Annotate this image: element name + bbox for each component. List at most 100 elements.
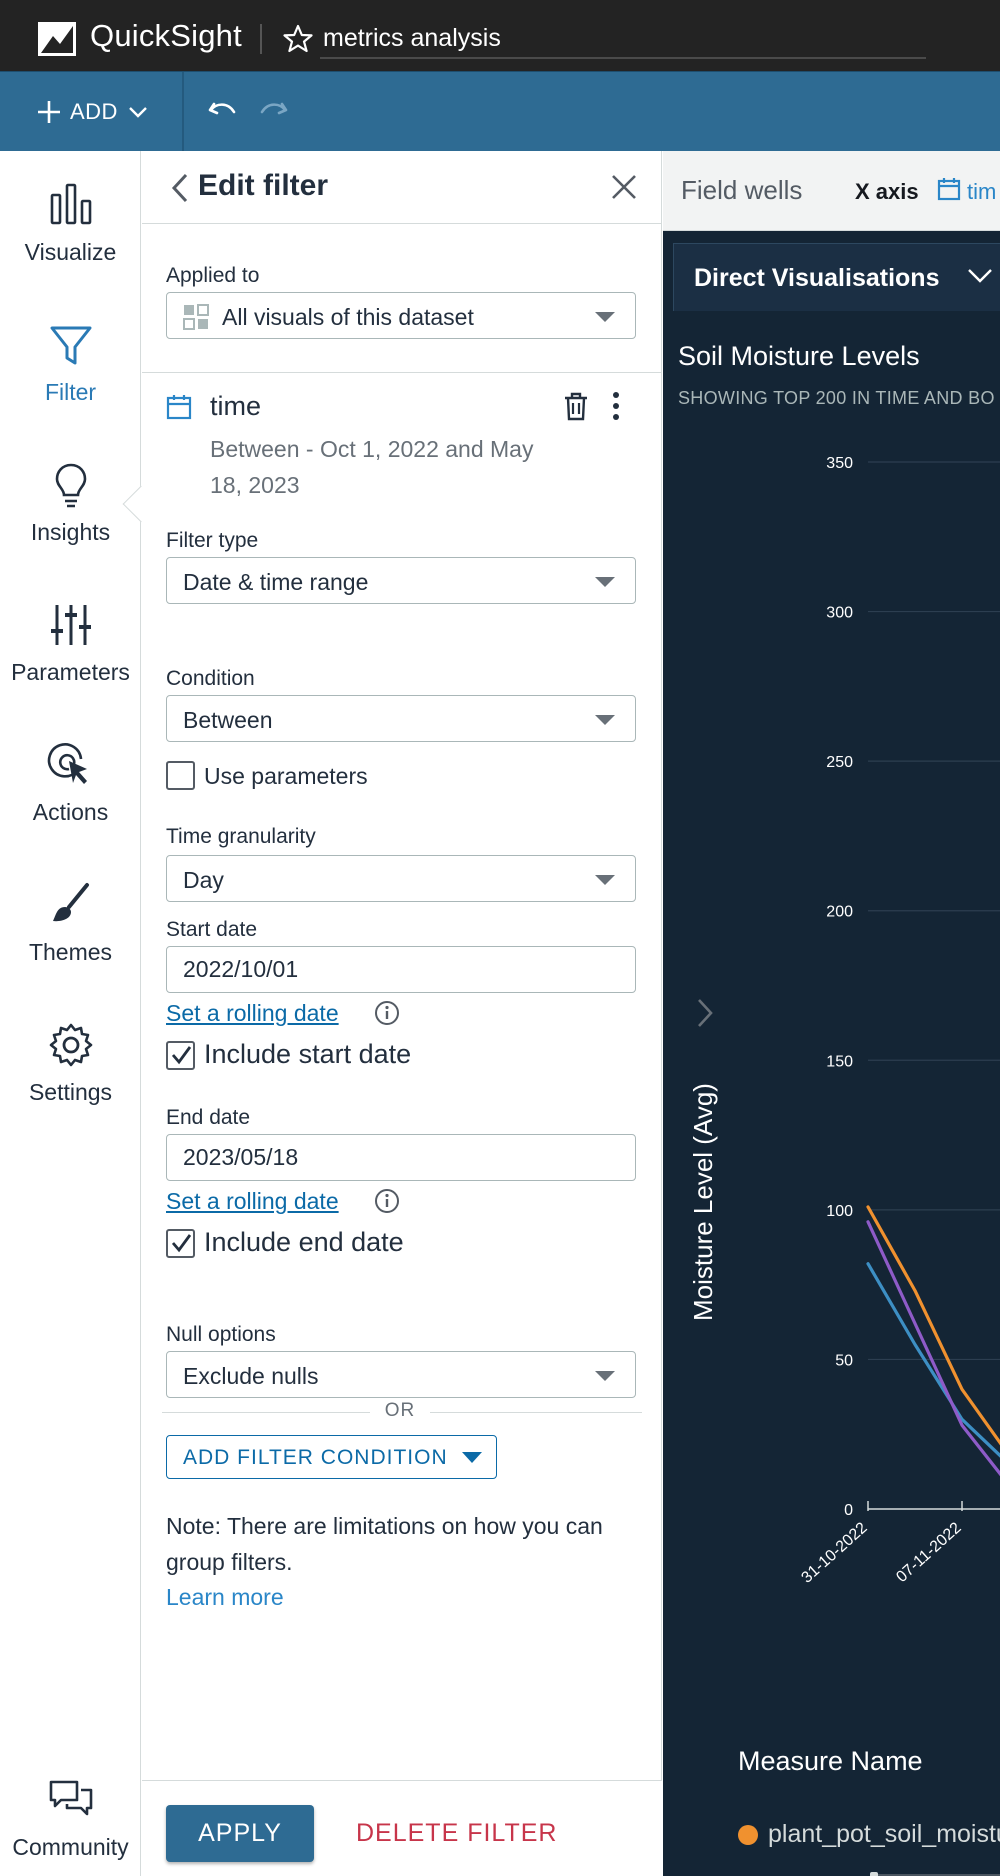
- condition-select[interactable]: Between: [166, 695, 636, 742]
- y-tick-label: 50: [835, 1352, 853, 1369]
- end-rolling-date-link[interactable]: Set a rolling date: [166, 1188, 339, 1215]
- null-options-value: Exclude nulls: [183, 1363, 319, 1389]
- undo-icon[interactable]: [206, 94, 242, 130]
- trash-icon[interactable]: [562, 391, 590, 421]
- filter-field-name: time: [210, 391, 262, 421]
- calendar-icon: [166, 395, 192, 420]
- cursor-click-icon: [47, 743, 87, 784]
- legend-item-label: plant_pot_soil_moistu: [768, 1820, 1000, 1848]
- line-chart: 0 50 100 150 200 250 300 350 31-10-2022 07-11-202…: [798, 455, 1000, 1587]
- nav-visualize[interactable]: Visualize: [0, 181, 141, 301]
- y-tick-label: 200: [826, 904, 853, 921]
- left-nav: Visualize Filter Insights Parameters Act…: [0, 151, 141, 1876]
- start-date-input[interactable]: [166, 946, 636, 993]
- analysis-name-underline: [320, 57, 926, 59]
- nav-label: Settings: [28, 1079, 113, 1105]
- applied-to-value: All visuals of this dataset: [222, 304, 474, 330]
- redo-icon[interactable]: [254, 94, 290, 130]
- filter-type-select[interactable]: Date & time range: [166, 557, 636, 604]
- nav-label: Actions: [32, 799, 109, 825]
- nav-community[interactable]: Community: [0, 1776, 141, 1876]
- nav-label: Filter: [44, 379, 97, 405]
- include-end-date-label: Include end date: [204, 1227, 404, 1257]
- nav-settings[interactable]: Settings: [0, 1021, 141, 1141]
- gear-icon: [49, 1023, 92, 1067]
- nav-filter[interactable]: Filter: [0, 321, 141, 441]
- applied-to-label: Applied to: [166, 264, 260, 287]
- apply-button[interactable]: APPLY: [166, 1805, 314, 1862]
- filter-field-description: Between - Oct 1, 2022 and May 18, 2023: [210, 436, 534, 498]
- nav-label: Parameters: [11, 659, 130, 685]
- filter-type-label: Filter type: [166, 529, 259, 552]
- calendar-icon: [937, 178, 961, 201]
- chevron-left-icon[interactable]: [166, 171, 196, 205]
- star-icon[interactable]: [283, 24, 313, 54]
- add-button-label: ADD: [70, 99, 118, 124]
- topbar-divider: [260, 24, 262, 54]
- nav-label: Insights: [30, 519, 111, 545]
- nav-insights[interactable]: Insights: [0, 461, 141, 581]
- chevron-down-icon: [129, 107, 147, 118]
- analysis-name[interactable]: metrics analysis: [323, 24, 501, 53]
- grid-icon: [183, 304, 209, 330]
- null-options-label: Null options: [166, 1323, 276, 1346]
- nav-themes[interactable]: Themes: [0, 881, 141, 1001]
- sliders-icon: [50, 605, 91, 645]
- close-icon[interactable]: [608, 171, 640, 203]
- caret-down-icon: [595, 715, 615, 725]
- plus-icon: [38, 101, 60, 123]
- null-options-select[interactable]: Exclude nulls: [166, 1351, 636, 1398]
- y-tick-label: 300: [826, 605, 853, 622]
- filter-type-value: Date & time range: [183, 569, 369, 595]
- nav-label: Visualize: [24, 239, 117, 265]
- delete-filter-button[interactable]: DELETE FILTER: [356, 1819, 557, 1848]
- nav-label: Themes: [28, 939, 113, 965]
- field-wells-bar: Field wells X axis tim: [663, 151, 1000, 231]
- info-icon[interactable]: [374, 1000, 400, 1026]
- add-button[interactable]: ADD: [36, 90, 158, 134]
- caret-down-icon: [595, 577, 615, 587]
- use-parameters-label: Use parameters: [204, 763, 368, 789]
- legend-dot: [738, 1825, 758, 1845]
- checkmark-icon: [171, 1234, 192, 1253]
- granularity-select[interactable]: Day: [166, 855, 636, 902]
- x-tick-label: 31-10-2022: [798, 1519, 870, 1586]
- applied-to-select[interactable]: All visuals of this dataset: [166, 292, 636, 339]
- granularity-value: Day: [183, 867, 224, 893]
- start-rolling-date-link[interactable]: Set a rolling date: [166, 1000, 339, 1027]
- nav-label: Community: [12, 1834, 129, 1860]
- info-icon[interactable]: [374, 1188, 400, 1214]
- end-date-input[interactable]: [166, 1134, 636, 1181]
- range-scroll-bar[interactable]: [868, 1871, 1000, 1876]
- chat-bubbles-icon: [49, 1780, 92, 1816]
- nav-parameters[interactable]: Parameters: [0, 601, 141, 721]
- app-brand: QuickSight: [90, 18, 242, 53]
- field-wells-title[interactable]: Field wells: [681, 175, 802, 206]
- series-line-0: [866, 1262, 1000, 1458]
- x-axis-label: X axis: [855, 179, 919, 204]
- more-options-icon[interactable]: [606, 391, 626, 421]
- edit-filter-panel: Edit filter Applied to All visuals of th…: [142, 151, 662, 1876]
- caret-down-icon: [595, 875, 615, 885]
- funnel-icon: [50, 326, 91, 365]
- learn-more-link[interactable]: Learn more: [166, 1584, 284, 1611]
- group-filters-note: Note: There are limitations on how you c…: [166, 1513, 603, 1575]
- add-filter-condition-button[interactable]: ADD FILTER CONDITION: [166, 1435, 497, 1479]
- visual-canvas: Direct Visualisations Soil Moisture Leve…: [663, 231, 1000, 1876]
- condition-value: Between: [183, 707, 273, 733]
- include-end-date-checkbox[interactable]: [166, 1229, 195, 1258]
- include-start-date-checkbox[interactable]: [166, 1041, 195, 1070]
- panel-header: Edit filter: [142, 151, 662, 224]
- top-bar: QuickSight metrics analysis: [0, 0, 1000, 71]
- y-tick-label: 100: [826, 1203, 853, 1220]
- lightbulb-icon: [55, 463, 86, 508]
- use-parameters-checkbox[interactable]: [166, 761, 195, 790]
- nav-actions[interactable]: Actions: [0, 741, 141, 861]
- granularity-label: Time granularity: [166, 825, 316, 848]
- x-axis-field[interactable]: tim: [967, 179, 996, 205]
- y-tick-label: 150: [826, 1053, 853, 1070]
- x-tick-label: 07-11-2022: [893, 1519, 964, 1586]
- legend-title: Measure Name: [738, 1746, 923, 1776]
- series-line-2: [866, 1205, 1000, 1446]
- panel-title: Edit filter: [198, 169, 329, 202]
